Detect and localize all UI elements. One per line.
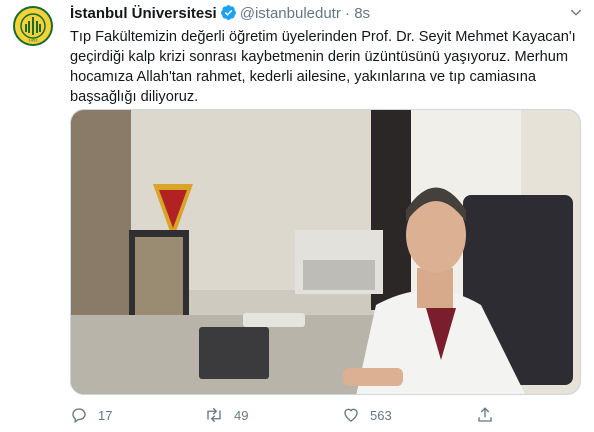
retweet-icon (207, 407, 221, 423)
retweet-button[interactable]: 49 (204, 401, 248, 429)
author-handle[interactable]: @istanbuledutr (240, 5, 341, 22)
share-icon (478, 407, 492, 422)
logo-year: 1453 (29, 38, 39, 43)
like-count: 563 (370, 407, 392, 423)
tweet-header: İstanbul Üniversitesi @istanbuledutr · 8s (70, 4, 564, 24)
heart-icon (344, 408, 358, 422)
timestamp[interactable]: 8s (354, 5, 370, 22)
author-name[interactable]: İstanbul Üniversitesi (70, 5, 217, 22)
tweet-photo[interactable] (70, 109, 581, 395)
reply-button[interactable]: 17 (70, 401, 112, 429)
tweet-text: Tıp Fakültemizin değerli öğretim üyeleri… (70, 29, 576, 105)
share-button[interactable] (476, 401, 494, 429)
separator-dot: · (345, 5, 351, 22)
verified-badge-icon (220, 4, 237, 25)
tweet-actions: 17 49 563 (70, 401, 570, 429)
avatar[interactable]: 1453 (13, 6, 53, 46)
reply-count: 17 (98, 407, 113, 423)
like-button[interactable]: 563 (342, 401, 392, 429)
chevron-down-icon[interactable] (568, 4, 584, 25)
retweet-count: 49 (234, 407, 249, 423)
photo-illustration (71, 110, 580, 394)
reply-icon (72, 408, 86, 424)
university-logo: 1453 (16, 9, 50, 43)
